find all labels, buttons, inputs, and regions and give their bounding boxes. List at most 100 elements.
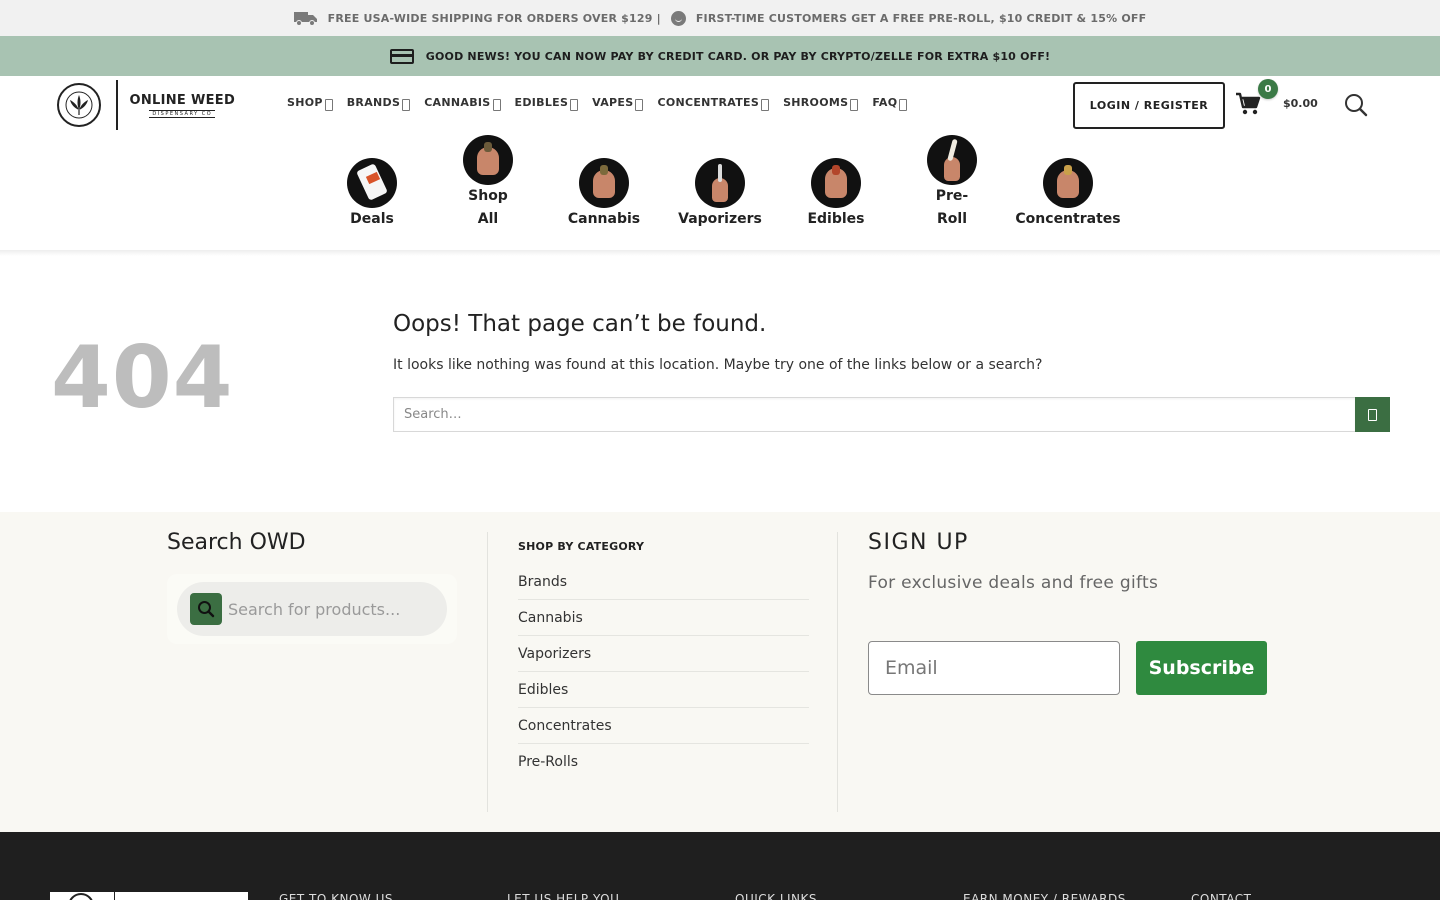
cart-total[interactable]: $0.00 (1283, 97, 1318, 110)
category-label: Vaporizers (678, 211, 762, 227)
logo-line1: ONLINE WEED (129, 92, 236, 108)
footer-heading-let-us-help-you: LET US HELP YOU (507, 892, 620, 900)
category-label: Pre- (935, 188, 969, 204)
cannabis-leaf-icon (57, 83, 101, 127)
header-shadow (0, 250, 1440, 256)
credit-card-icon (389, 48, 414, 64)
column-divider (487, 532, 488, 812)
nav-faq[interactable]: FAQ (872, 96, 908, 111)
category-label: Concentrates (1015, 211, 1121, 227)
footer-category-list: Brands Cannabis Vaporizers Edibles Conce… (518, 564, 809, 780)
nav-vapes[interactable]: VAPES (592, 96, 644, 111)
site-logo[interactable]: ONLINE WEED DISPENSARY CO (57, 80, 235, 130)
news-bar: GOOD NEWS! YOU CAN NOW PAY BY CREDIT CAR… (0, 36, 1440, 76)
category-shop-all[interactable]: Shop All (430, 135, 546, 231)
footer-search-placeholder: Search for products... (228, 599, 401, 619)
logo-divider (116, 80, 118, 130)
nav-cannabis[interactable]: CANNABIS (424, 96, 501, 111)
nav-label: BRANDS (346, 96, 401, 109)
footer-bottom (0, 832, 1440, 900)
nav-shrooms[interactable]: SHROOMS (783, 96, 859, 111)
category-label: Shop (468, 188, 508, 204)
footer-link-vaporizers[interactable]: Vaporizers (518, 636, 809, 672)
nav-label: CANNABIS (424, 96, 491, 109)
footer-link-cannabis[interactable]: Cannabis (518, 600, 809, 636)
cart-count-badge: 0 (1258, 79, 1278, 99)
truck-icon (293, 10, 318, 26)
footer-logo[interactable] (50, 892, 248, 900)
category-label: Cannabis (567, 211, 641, 227)
nav-label: FAQ (872, 96, 898, 109)
shop-all-thumbnail (463, 135, 513, 185)
column-divider (837, 532, 838, 812)
caret-icon (761, 98, 770, 111)
news-text: GOOD NEWS! YOU CAN NOW PAY BY CREDIT CAR… (425, 49, 1051, 63)
footer-search-input[interactable]: Search for products... (177, 582, 447, 636)
category-edibles[interactable]: Edibles (778, 158, 894, 231)
search-icon[interactable] (1344, 93, 1368, 117)
category-concentrates[interactable]: Concentrates (1010, 158, 1126, 231)
footer-heading-contact: CONTACT (1191, 892, 1252, 900)
category-label: Edibles (807, 211, 865, 227)
cart-icon[interactable] (1235, 92, 1261, 116)
category-deals[interactable]: Deals (314, 158, 430, 231)
vaporizers-thumbnail (695, 158, 745, 208)
signup-title: SIGN UP (868, 530, 969, 555)
deals-thumbnail (347, 158, 397, 208)
main-nav: SHOP BRANDS CANNABIS EDIBLES VAPES CONCE… (287, 96, 908, 111)
error-search-input[interactable] (393, 397, 1355, 432)
cannabis-thumbnail (579, 158, 629, 208)
page-title: Oops! That page can’t be found. (393, 311, 767, 337)
category-label-line2: Roll (937, 211, 967, 227)
caret-icon (324, 98, 333, 111)
nav-label: VAPES (592, 96, 634, 109)
category-label: Deals (350, 211, 394, 227)
nav-label: SHROOMS (783, 96, 849, 109)
caret-icon (899, 98, 908, 111)
caret-icon (635, 98, 644, 111)
first-time-text: FIRST-TIME CUSTOMERS GET A FREE PRE-ROLL… (695, 11, 1147, 25)
search-submit-icon (1368, 408, 1377, 421)
nav-label: SHOP (287, 96, 323, 109)
category-strip: Deals Shop All Cannabis Vaporizers Edibl… (0, 135, 1440, 250)
login-register-button[interactable]: LOGIN / REGISTER (1073, 82, 1225, 129)
footer-heading-quick-links: QUICK LINKS (735, 892, 818, 900)
pre-roll-thumbnail (927, 135, 977, 185)
footer-heading-earn-money: EARN MONEY / REWARDS (963, 892, 1126, 900)
nav-shop[interactable]: SHOP (287, 96, 333, 111)
edibles-thumbnail (811, 158, 861, 208)
footer-link-brands[interactable]: Brands (518, 564, 809, 600)
signup-subtitle: For exclusive deals and free gifts (868, 573, 1159, 593)
nav-label: CONCENTRATES (657, 96, 760, 109)
logo-line2: DISPENSARY CO (149, 109, 216, 118)
category-label-line2: All (477, 211, 499, 227)
error-message: It looks like nothing was found at this … (393, 357, 1043, 373)
shipping-text: FREE USA-WIDE SHIPPING FOR ORDERS OVER $… (327, 11, 661, 25)
error-code: 404 (51, 328, 234, 428)
category-pre-roll[interactable]: Pre- Roll (894, 135, 1010, 231)
error-search-button[interactable] (1355, 397, 1390, 432)
caret-icon (402, 98, 411, 111)
footer-link-pre-rolls[interactable]: Pre-Rolls (518, 744, 809, 780)
caret-icon (570, 98, 579, 111)
caret-icon (850, 98, 859, 111)
nav-edibles[interactable]: EDIBLES (514, 96, 579, 111)
footer-heading-get-to-know-us: GET TO KNOW US (279, 892, 393, 900)
nav-brands[interactable]: BRANDS (346, 96, 411, 111)
nav-concentrates[interactable]: CONCENTRATES (657, 96, 770, 111)
category-cannabis[interactable]: Cannabis (546, 158, 662, 231)
search-icon (198, 601, 215, 618)
error-search-form (393, 397, 1390, 432)
nav-label: EDIBLES (514, 96, 569, 109)
promo-bar: FREE USA-WIDE SHIPPING FOR ORDERS OVER $… (0, 0, 1440, 36)
footer-search-button[interactable] (190, 593, 222, 625)
shop-by-category-heading: SHOP BY CATEGORY (518, 540, 645, 553)
email-field[interactable] (868, 641, 1120, 695)
subscribe-button[interactable]: Subscribe (1136, 641, 1267, 695)
logo-wordmark: ONLINE WEED DISPENSARY CO (130, 93, 236, 118)
footer-link-edibles[interactable]: Edibles (518, 672, 809, 708)
concentrates-thumbnail (1043, 158, 1093, 208)
smile-icon (670, 10, 686, 26)
category-vaporizers[interactable]: Vaporizers (662, 158, 778, 231)
footer-link-concentrates[interactable]: Concentrates (518, 708, 809, 744)
